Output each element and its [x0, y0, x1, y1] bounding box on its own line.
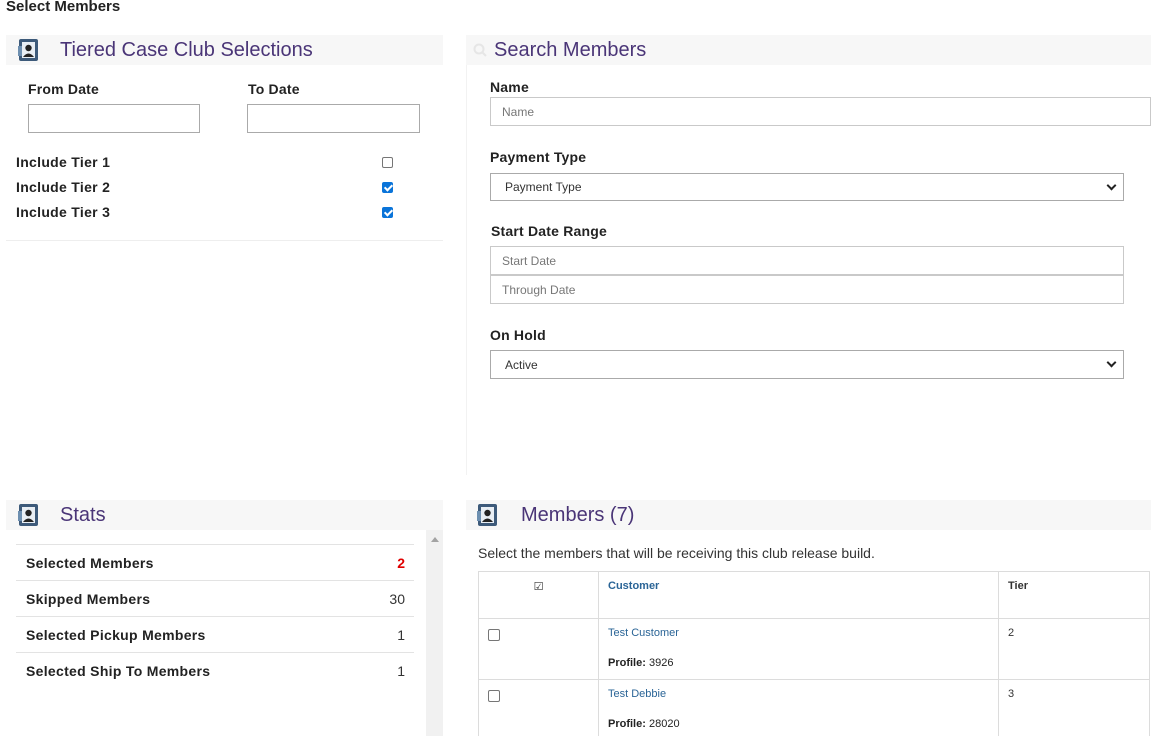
- tier-3-label: Include Tier 3: [16, 204, 111, 220]
- select-all-cell[interactable]: ☑: [478, 571, 599, 619]
- customer-column-header[interactable]: Customer: [598, 571, 999, 619]
- stat-value: 30: [389, 590, 405, 607]
- scroll-up-arrow-icon[interactable]: [430, 537, 439, 542]
- tiered-panel-header: Tiered Case Club Selections: [6, 35, 443, 65]
- profile-label: Profile:: [608, 718, 646, 730]
- start-date-range-label: Start Date Range: [491, 223, 608, 239]
- tier-1-checkbox[interactable]: [382, 156, 393, 168]
- stat-value: 1: [397, 662, 405, 679]
- members-table-header: ☑ Customer Tier: [478, 571, 1150, 619]
- members-panel-title: Members (7): [521, 503, 635, 526]
- stats-list: Selected Members 2 Skipped Members 30 Se…: [16, 544, 414, 688]
- tier-1-label: Include Tier 1: [16, 154, 111, 170]
- stat-row-ship: Selected Ship To Members 1: [16, 652, 414, 688]
- tiered-panel-title: Tiered Case Club Selections: [60, 38, 313, 61]
- search-panel-title: Search Members: [494, 38, 647, 61]
- stats-panel-title: Stats: [60, 503, 106, 526]
- tiered-divider: [6, 240, 443, 241]
- to-date-label: To Date: [248, 81, 300, 97]
- to-date-input[interactable]: [247, 104, 420, 133]
- customer-header-link[interactable]: Customer: [608, 580, 659, 592]
- on-hold-select[interactable]: Active: [490, 350, 1124, 379]
- tier-2-row: Include Tier 2: [16, 177, 396, 197]
- tier-3-row: Include Tier 3: [16, 202, 396, 222]
- row-checkbox[interactable]: [488, 629, 500, 641]
- search-panel-header: Search Members: [466, 35, 1151, 65]
- payment-type-value: Payment Type: [505, 180, 582, 194]
- payment-type-label: Payment Type: [490, 149, 587, 165]
- start-date-input[interactable]: Start Date: [490, 246, 1124, 275]
- tier-2-checkbox[interactable]: [382, 181, 393, 193]
- stat-label: Skipped Members: [26, 590, 151, 607]
- row-select-cell: [478, 618, 599, 680]
- row-select-cell: [478, 679, 599, 736]
- stat-value: 2: [397, 554, 405, 571]
- profile-line: Profile: 3926: [608, 657, 989, 669]
- stat-label: Selected Pickup Members: [26, 626, 206, 643]
- customer-link[interactable]: Test Debbie: [608, 688, 989, 700]
- profile-line: Profile: 28020: [608, 718, 989, 730]
- profile-label: Profile:: [608, 657, 646, 669]
- stat-label: Selected Ship To Members: [26, 662, 211, 679]
- chevron-down-icon: [1106, 180, 1117, 190]
- tier-column-header[interactable]: Tier: [998, 571, 1150, 619]
- members-table: ☑ Customer Tier Test Customer Profile: 3…: [478, 571, 1150, 736]
- on-hold-label: On Hold: [490, 327, 546, 343]
- profile-value: 3926: [648, 657, 674, 669]
- tier-header-label: Tier: [1008, 580, 1028, 592]
- tier-cell: 3: [998, 679, 1150, 736]
- table-row: Test Customer Profile: 3926 2: [478, 618, 1150, 680]
- stats-scrollbar[interactable]: [426, 530, 443, 736]
- from-date-label: From Date: [28, 81, 100, 97]
- profile-value: 28020: [648, 718, 680, 730]
- through-date-input[interactable]: Through Date: [490, 275, 1124, 304]
- tier-1-row: Include Tier 1: [16, 152, 396, 172]
- members-description: Select the members that will be receivin…: [478, 545, 875, 561]
- tier-3-checkbox[interactable]: [382, 206, 393, 218]
- stats-panel-header: Stats: [6, 500, 443, 530]
- from-date-input[interactable]: [28, 104, 200, 133]
- search-icon: [472, 42, 488, 58]
- chevron-down-icon: [1106, 357, 1117, 368]
- name-input[interactable]: Name: [490, 97, 1151, 126]
- stat-label: Selected Members: [26, 554, 154, 571]
- member-card-icon: [17, 503, 41, 527]
- select-all-check-icon[interactable]: ☑: [534, 581, 544, 593]
- table-row: Test Debbie Profile: 28020 3: [478, 679, 1150, 736]
- tier-cell: 2: [998, 618, 1150, 680]
- customer-cell: Test Customer Profile: 3926: [598, 618, 999, 680]
- name-label: Name: [490, 79, 529, 95]
- on-hold-value: Active: [505, 357, 538, 372]
- members-panel-header: Members (7): [466, 500, 1151, 530]
- search-panel-border: [466, 65, 467, 475]
- stat-row-pickup: Selected Pickup Members 1: [16, 616, 414, 652]
- stat-row-selected: Selected Members 2: [16, 544, 414, 580]
- stat-row-skipped: Skipped Members 30: [16, 580, 414, 616]
- customer-link[interactable]: Test Customer: [608, 627, 989, 639]
- member-card-icon: [17, 38, 41, 62]
- page-title: Select Members: [6, 0, 121, 15]
- payment-type-select[interactable]: Payment Type: [490, 173, 1124, 201]
- stat-value: 1: [397, 626, 405, 643]
- row-checkbox[interactable]: [488, 690, 500, 702]
- member-card-icon: [476, 503, 500, 527]
- tier-2-label: Include Tier 2: [16, 179, 111, 195]
- customer-cell: Test Debbie Profile: 28020: [598, 679, 999, 736]
